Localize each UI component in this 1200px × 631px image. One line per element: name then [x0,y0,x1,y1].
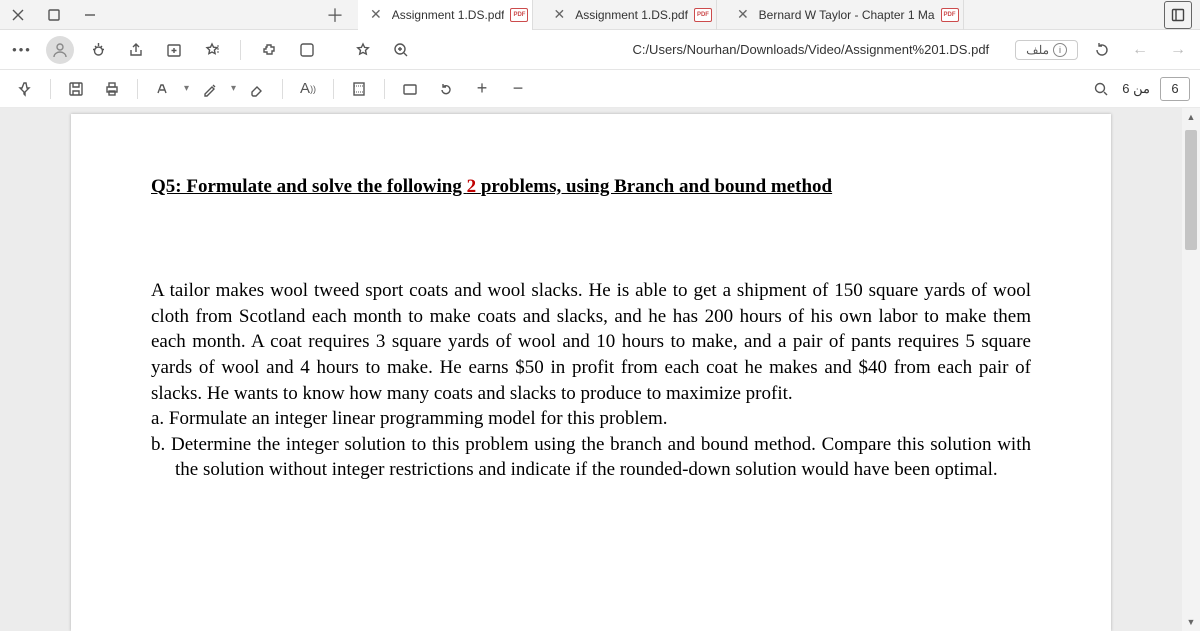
profile-icon[interactable] [46,36,74,64]
zoom-icon[interactable] [387,36,415,64]
read-aloud-icon[interactable]: A)) [293,74,323,104]
separator [384,79,385,99]
save-icon[interactable] [61,74,91,104]
extensions-icon[interactable] [255,36,283,64]
vertical-tabs-button[interactable] [1164,1,1192,29]
more-icon[interactable]: ••• [8,36,36,64]
zoom-in-icon[interactable]: + [467,74,497,104]
question-item-b: b. Determine the integer solution to thi… [151,432,1031,483]
separator [240,40,241,60]
question-paragraph: A tailor makes wool tweed sport coats an… [151,278,1031,406]
file-label: ملف [1026,43,1049,57]
scroll-down-icon[interactable]: ▼ [1182,613,1200,631]
tab-title: Assignment 1.DS.pdf [392,8,505,22]
document-viewport: Q5: Formulate and solve the following 2 … [0,108,1182,631]
url-text: C:/Users/Nourhan/Downloads/Video/Assignm… [632,42,989,57]
pdf-icon: PDF [510,8,528,22]
pdf-icon: PDF [941,8,959,22]
pdf-page: Q5: Formulate and solve the following 2 … [71,114,1111,631]
tab-title: Bernard W Taylor - Chapter 1 Ma [759,8,935,22]
vertical-scrollbar[interactable]: ▲ ▼ [1182,108,1200,631]
scroll-track[interactable] [1182,126,1200,613]
back-button[interactable]: ← [1126,36,1154,64]
scroll-thumb[interactable] [1185,130,1197,250]
separator [282,79,283,99]
tab-2[interactable]: ✕ Assignment 1.DS.pdf PDF [541,0,716,30]
zoom-out-icon[interactable]: − [503,74,533,104]
collections-icon[interactable] [160,36,188,64]
favorite-star-icon[interactable] [349,36,377,64]
minimize-icon[interactable] [76,1,104,29]
info-icon: i [1053,43,1067,57]
separator [50,79,51,99]
question-heading: Q5: Formulate and solve the following 2 … [151,176,1031,198]
address-bar-row: ••• C:/Users/Nourhan/Downloads/Video/Ass… [0,30,1200,70]
close-tab-icon[interactable]: ✕ [733,6,753,23]
pin-icon[interactable] [10,74,40,104]
erase-icon[interactable] [242,74,272,104]
reload-icon[interactable] [1088,36,1116,64]
print-icon[interactable] [97,74,127,104]
share-icon[interactable] [122,36,150,64]
file-chip[interactable]: ملف i [1015,40,1078,60]
pdf-icon: PDF [694,8,712,22]
question-item-a: a. Formulate an integer linear programmi… [151,406,1031,432]
new-tab-button[interactable]: ＋ [320,0,350,30]
favorites-list-icon[interactable] [198,36,226,64]
close-icon[interactable] [4,1,32,29]
scroll-up-icon[interactable]: ▲ [1182,108,1200,126]
tab-actions-icon[interactable] [40,1,68,29]
tab-title: Assignment 1.DS.pdf [575,8,688,22]
rotate-icon[interactable] [431,74,461,104]
tab-1[interactable]: ✕ Assignment 1.DS.pdf PDF [358,0,533,30]
pdf-toolbar: ▾ ▾ A)) + − من 6 6 [0,70,1200,108]
chevron-down-icon[interactable]: ▾ [231,83,236,94]
draw-icon[interactable] [195,74,225,104]
page-total: من 6 [1122,81,1150,97]
highlight-icon[interactable] [148,74,178,104]
separator [333,79,334,99]
page-current-input[interactable]: 6 [1160,77,1190,101]
chevron-down-icon[interactable]: ▾ [184,83,189,94]
page-view-icon[interactable] [344,74,374,104]
find-icon[interactable] [1086,74,1116,104]
app-icon[interactable] [293,36,321,64]
separator [137,79,138,99]
page-indicator: من 6 6 [1122,77,1190,101]
performance-icon[interactable] [84,36,112,64]
close-tab-icon[interactable]: ✕ [549,6,569,23]
close-tab-icon[interactable]: ✕ [366,6,386,23]
address-bar[interactable]: C:/Users/Nourhan/Downloads/Video/Assignm… [425,42,995,57]
forward-button[interactable]: → [1164,36,1192,64]
tab-strip: ＋ ✕ Assignment 1.DS.pdf PDF ✕ Assignment… [0,0,1200,30]
fit-page-icon[interactable] [395,74,425,104]
tab-3[interactable]: ✕ Bernard W Taylor - Chapter 1 Ma PDF [725,0,964,30]
